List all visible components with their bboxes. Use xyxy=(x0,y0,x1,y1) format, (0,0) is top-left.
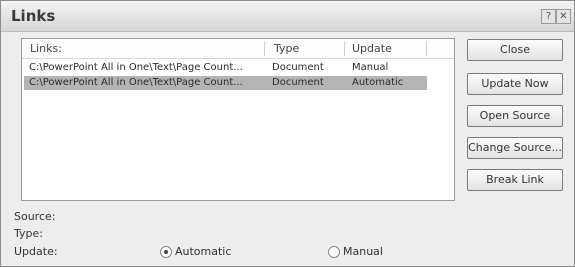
link-update: Automatic xyxy=(352,77,404,88)
link-type: Document xyxy=(272,62,324,73)
break-link-button[interactable]: Break Link xyxy=(467,169,563,191)
column-header-type[interactable]: Type xyxy=(274,42,299,55)
column-divider[interactable] xyxy=(344,41,345,56)
list-item-selected[interactable]: C:\PowerPoint All in One\Text\Page Count… xyxy=(24,76,427,90)
column-divider[interactable] xyxy=(264,41,265,56)
links-list[interactable]: Links: Type Update C:\PowerPoint All in … xyxy=(21,38,455,201)
update-now-button[interactable]: Update Now xyxy=(467,73,563,95)
link-type: Document xyxy=(272,77,324,88)
radio-selected-dot xyxy=(164,250,168,254)
close-button[interactable]: Close xyxy=(467,39,563,61)
manual-radio-label[interactable]: Manual xyxy=(343,245,383,258)
title-bar: Links ? ✕ xyxy=(1,1,574,32)
change-source-button[interactable]: Change Source... xyxy=(467,137,563,159)
help-icon[interactable]: ? xyxy=(541,9,556,24)
link-update: Manual xyxy=(352,62,389,73)
dialog-title: Links xyxy=(11,7,56,25)
automatic-radio[interactable] xyxy=(160,246,172,258)
column-divider[interactable] xyxy=(426,41,427,56)
column-header-update[interactable]: Update xyxy=(352,42,392,55)
update-label: Update: xyxy=(14,245,58,258)
column-header-links[interactable]: Links: xyxy=(30,42,62,55)
open-source-button[interactable]: Open Source xyxy=(467,105,563,127)
type-label: Type: xyxy=(14,227,43,240)
close-icon[interactable]: ✕ xyxy=(556,9,571,24)
list-header: Links: Type Update xyxy=(22,39,454,59)
link-path: C:\PowerPoint All in One\Text\Page Count… xyxy=(29,77,243,88)
list-item[interactable]: C:\PowerPoint All in One\Text\Page Count… xyxy=(24,61,427,75)
source-label: Source: xyxy=(14,210,56,223)
link-path: C:\PowerPoint All in One\Text\Page Count… xyxy=(29,62,243,73)
links-dialog: Links ? ✕ Links: Type Update C:\PowerPoi… xyxy=(0,0,575,267)
automatic-radio-label[interactable]: Automatic xyxy=(175,245,231,258)
manual-radio[interactable] xyxy=(328,246,340,258)
